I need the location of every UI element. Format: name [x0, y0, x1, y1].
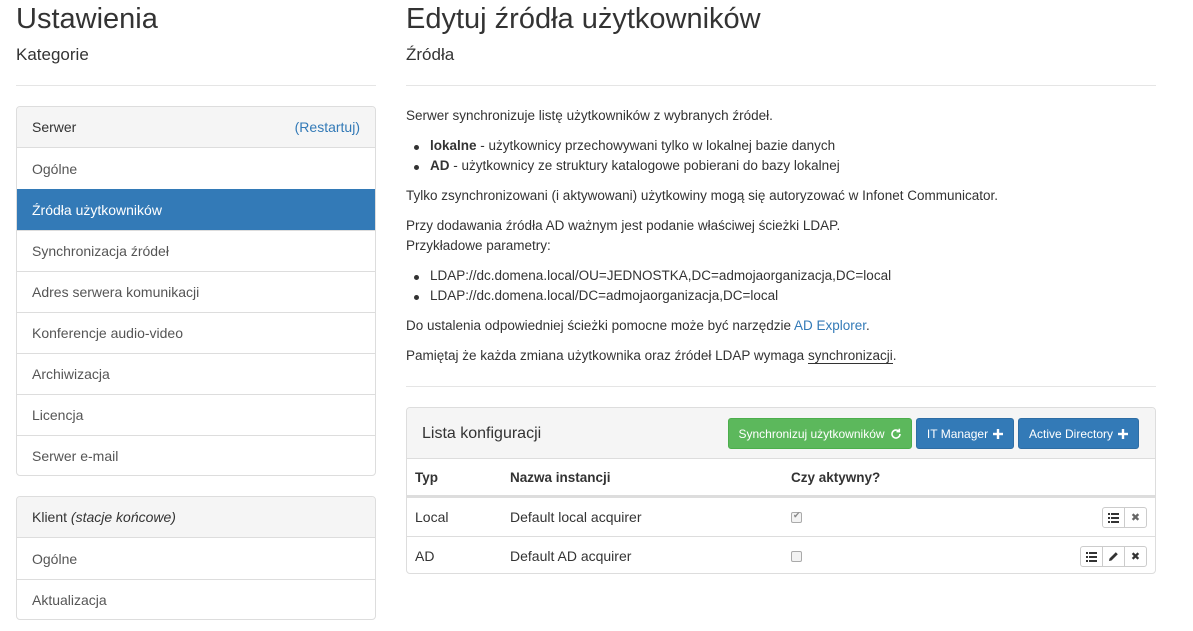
list-details-button[interactable]: [1080, 546, 1103, 567]
server-panel: Serwer (Restartuj) Ogólne Źródła użytkow…: [16, 106, 376, 476]
bullet-desc: - użytkownicy przechowywani tylko w loka…: [476, 138, 836, 153]
config-title: Lista konfiguracji: [422, 425, 542, 442]
client-panel: Klient (stacje końcowe) Ogólne Aktualiza…: [16, 496, 376, 620]
sidebar-item-server-address[interactable]: Adres serwera komunikacji: [17, 271, 375, 312]
active-checkbox[interactable]: [791, 550, 802, 562]
table-row: AD Default AD acquirer ✖: [407, 536, 1155, 573]
sidebar-item-source-sync[interactable]: Synchronizacja źródeł: [17, 230, 375, 271]
close-icon: ✖: [1130, 512, 1141, 524]
list-details-button[interactable]: [1102, 507, 1125, 528]
sync-users-button[interactable]: Synchronizuj użytkowników: [728, 418, 912, 449]
sidebar-item-label: Archiwizacja: [32, 366, 110, 382]
note-text: Do ustalenia odpowiedniej ścieżki pomocn…: [406, 318, 794, 333]
restart-link[interactable]: (Restartuj): [295, 119, 360, 135]
sidebar-item-label: Licencja: [32, 407, 84, 423]
row-actions: ✖: [1080, 546, 1147, 567]
refresh-icon: [890, 428, 901, 439]
main-subtitle: Źródła: [406, 45, 455, 64]
sidebar-item-archiving[interactable]: Archiwizacja: [17, 353, 375, 394]
intro-text: Serwer synchronizuje listę użytkowników …: [406, 108, 773, 123]
row-actions: ✖: [1102, 507, 1147, 528]
sidebar-item-label: Źródła użytkowników: [32, 202, 162, 218]
cell-name: Default AD acquirer: [510, 548, 632, 564]
main-title: Edytuj źródła użytkowników: [406, 3, 761, 35]
sidebar-item-label: Ogólne: [32, 160, 78, 177]
note-text: Pamiętaj że każda zmiana użytkownika ora…: [406, 348, 808, 363]
sidebar-item-label: Serwer e-mail: [32, 448, 119, 464]
client-heading-note: (stacje końcowe): [70, 509, 176, 525]
bullet-desc: - użytkownicy ze struktury katalogowe po…: [449, 158, 840, 173]
cell-type: Local: [415, 509, 449, 525]
list-icon: [1108, 512, 1119, 523]
note-text: .: [892, 348, 897, 363]
button-label: Synchronizuj użytkowników: [738, 426, 885, 441]
button-label: IT Manager: [926, 426, 989, 441]
sidebar-item-license[interactable]: Licencja: [17, 394, 375, 435]
sidebar-item-label: Synchronizacja źródeł: [32, 243, 169, 259]
server-heading: Serwer: [32, 119, 77, 135]
delete-button[interactable]: ✖: [1124, 546, 1147, 567]
table-row: Local Default local acquirer ✖: [407, 497, 1155, 536]
sidebar-item-client-update[interactable]: Aktualizacja: [17, 579, 375, 619]
list-item: AD - użytkownicy ze struktury katalogowe…: [414, 158, 840, 173]
column-header-name: Nazwa instancji: [510, 469, 611, 485]
note-text: .: [866, 318, 870, 333]
sidebar-item-general[interactable]: Ogólne: [17, 148, 375, 189]
pencil-icon: [1109, 552, 1118, 561]
ad-explorer-note: Do ustalenia odpowiedniej ścieżki pomocn…: [406, 318, 870, 333]
ldap-example: LDAP://dc.domena.local/DC=admojaorganiza…: [413, 288, 779, 303]
column-header-active: Czy aktywny?: [791, 469, 881, 485]
cell-name: Default local acquirer: [510, 509, 642, 525]
sidebar-item-email-server[interactable]: Serwer e-mail: [17, 435, 375, 475]
it-manager-button[interactable]: IT Manager: [916, 418, 1014, 449]
cell-active: [791, 498, 802, 536]
sidebar-item-av-conferences[interactable]: Konferencje audio-video: [17, 312, 375, 353]
categories-subtitle: Kategorie: [16, 45, 89, 64]
cell-type: AD: [415, 548, 435, 564]
client-panel-heading: Klient (stacje końcowe): [17, 497, 375, 538]
sidebar-item-label: Ogólne: [32, 550, 78, 567]
plus-icon: [993, 428, 1004, 439]
synchronization-link[interactable]: synchronizacji: [807, 348, 893, 364]
list-item: lokalne - użytkownicy przechowywani tylk…: [413, 138, 836, 153]
server-menu: Ogólne Źródła użytkowników Synchronizacj…: [17, 148, 375, 475]
example-params-label: Przykładowe parametry:: [406, 238, 551, 253]
client-menu: Ogólne Aktualizacja: [17, 538, 375, 619]
server-panel-heading: Serwer (Restartuj): [17, 107, 375, 148]
sidebar-item-client-general[interactable]: Ogólne: [17, 538, 375, 579]
sync-reminder: Pamiętaj że każda zmiana użytkownika ora…: [406, 348, 897, 364]
sidebar-item-label: Aktualizacja: [32, 592, 107, 608]
sidebar-item-label: Konferencje audio-video: [32, 325, 183, 341]
active-directory-button[interactable]: Active Directory: [1018, 418, 1139, 449]
config-panel-heading: Lista konfiguracji Synchronizuj użytkown…: [407, 408, 1155, 459]
delete-button[interactable]: ✖: [1124, 507, 1147, 528]
active-checkbox[interactable]: [791, 510, 802, 523]
list-icon: [1086, 551, 1097, 562]
bullet-term: AD: [430, 158, 450, 173]
button-label: Active Directory: [1028, 426, 1114, 441]
client-heading: Klient (stacje końcowe): [32, 509, 176, 525]
config-panel: Lista konfiguracji Synchronizuj użytkown…: [406, 407, 1156, 574]
cell-active: [791, 537, 802, 573]
ldap-path-note: Przy dodawania źródła AD ważnym jest pod…: [406, 218, 841, 233]
divider: [406, 85, 1156, 86]
client-heading-text: Klient: [32, 509, 68, 525]
sidebar-item-label: Adres serwera komunikacji: [32, 284, 200, 300]
page-title: Ustawienia: [16, 3, 158, 35]
divider: [406, 386, 1156, 387]
ad-explorer-link[interactable]: AD Explorer: [794, 318, 866, 333]
authorization-note: Tylko zsynchronizowani (i aktywowani) uż…: [406, 188, 998, 203]
plus-icon: [1118, 428, 1129, 439]
sidebar-item-user-sources[interactable]: Źródła użytkowników: [17, 189, 375, 230]
close-icon: ✖: [1130, 551, 1141, 563]
bullet-term: lokalne: [430, 138, 477, 153]
divider: [16, 85, 376, 86]
column-header-type: Typ: [415, 469, 438, 485]
ldap-example: LDAP://dc.domena.local/OU=JEDNOSTKA,DC=a…: [413, 268, 892, 283]
table-header: Typ Nazwa instancji Czy aktywny?: [407, 459, 1155, 497]
edit-button[interactable]: [1102, 546, 1125, 567]
